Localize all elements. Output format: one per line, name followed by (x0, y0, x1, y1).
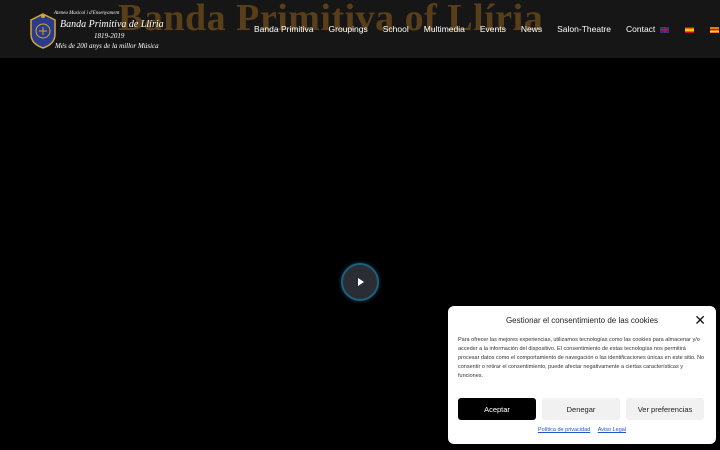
english-flag-icon[interactable] (660, 27, 669, 33)
site-header: Banda Primitiva of Llíria Ateneu Musical… (0, 0, 720, 58)
logo-years: 1819-2019 (94, 32, 125, 40)
nav-item-groupings[interactable]: Groupings (329, 24, 368, 34)
logo-name: Banda Primitiva de Llíria (60, 19, 164, 30)
legal-notice-link[interactable]: Aviso Legal (598, 427, 626, 433)
cookie-consent-dialog: Gestionar el consentimiento de las cooki… (448, 306, 716, 444)
accept-button[interactable]: Aceptar (458, 398, 536, 420)
privacy-policy-link[interactable]: Política de privacidad (538, 427, 590, 433)
cookie-dialog-text: Para ofrecer las mejores experiencias, u… (458, 337, 705, 379)
language-switcher (660, 27, 720, 33)
logo-subtitle: Ateneu Musical i d'Ensenyament (54, 11, 120, 16)
nav-item-news[interactable]: News (521, 24, 542, 34)
nav-item-contact[interactable]: Contact (626, 24, 655, 34)
nav-item-salon-theatre[interactable]: Salon-Theatre (557, 24, 611, 34)
crest-icon (30, 13, 56, 49)
deny-button[interactable]: Denegar (542, 398, 620, 420)
view-preferences-button[interactable]: Ver preferencias (626, 398, 704, 420)
nav-item-banda-primitiva[interactable]: Banda Primitiva (254, 24, 314, 34)
close-icon[interactable]: ✕ (694, 312, 706, 329)
cookie-links: Política de privacidad Aviso Legal (448, 427, 716, 433)
nav-item-multimedia[interactable]: Multimedia (424, 24, 465, 34)
nav-item-school[interactable]: School (383, 24, 409, 34)
catalan-flag-icon[interactable] (710, 27, 719, 33)
play-icon (358, 278, 364, 286)
cookie-dialog-title: Gestionar el consentimiento de las cooki… (505, 316, 659, 325)
video-play-button[interactable] (341, 263, 379, 301)
main-nav: Banda Primitiva Groupings School Multime… (254, 24, 670, 34)
logo-tagline: Més de 200 anys de la millor Música (55, 42, 159, 50)
spanish-flag-icon[interactable] (685, 27, 694, 33)
site-logo[interactable]: Ateneu Musical i d'Ensenyament Banda Pri… (28, 8, 188, 54)
nav-item-events[interactable]: Events (480, 24, 506, 34)
